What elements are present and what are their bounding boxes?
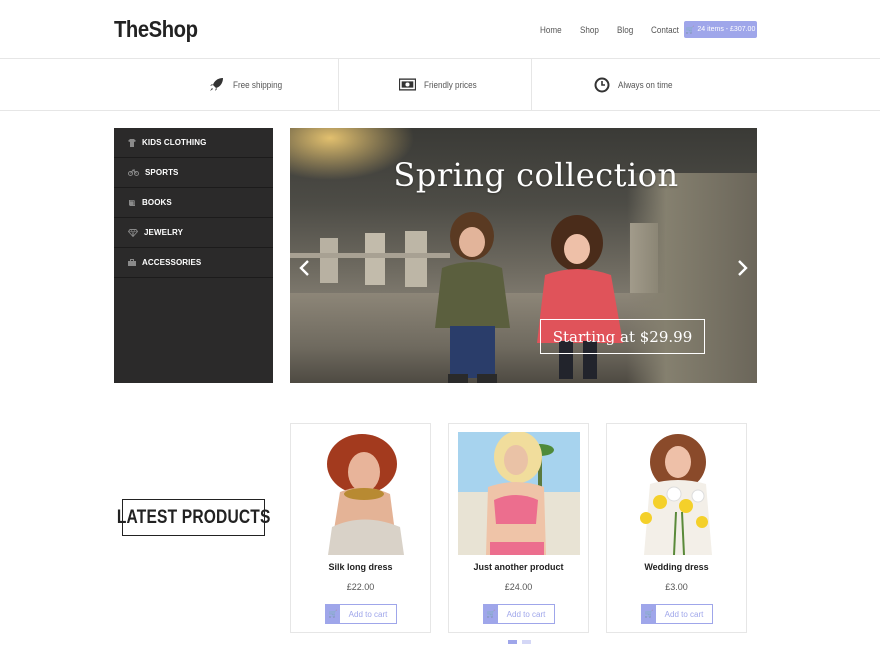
chevron-left-icon[interactable] [298,259,310,281]
sidebar-item-label: JEWELRY [144,228,184,237]
briefcase-icon [128,259,136,267]
product-image[interactable] [616,432,738,555]
cart-icon: 🛒 [685,26,695,34]
sidebar-item-jewelry[interactable]: JEWELRY [114,218,273,248]
sidebar-item-accessories[interactable]: ACCESSORIES [114,248,273,278]
product-card: Silk long dress £22.00 🛒 Add to cart [290,423,431,633]
sidebar-item-label: KIDS CLOTHING [142,138,207,147]
feature-always-on-time: Always on time [593,76,679,93]
add-to-cart-label: Add to cart [506,609,546,619]
sidebar-item-kids-clothing[interactable]: KIDS CLOTHING [114,128,273,158]
sidebar-item-sports[interactable]: SPORTS [114,158,273,188]
feature-label: Always on time [618,79,673,90]
site-logo[interactable]: TheShop [114,16,198,43]
product-name[interactable]: Silk long dress [291,562,430,572]
feature-friendly-prices: Friendly prices [399,76,483,93]
cart-icon: 🛒 [642,605,656,623]
nav-contact[interactable]: Contact [651,25,679,35]
hero-price-badge[interactable]: Starting at $29.99 [540,319,705,354]
sidebar-item-label: BOOKS [142,198,172,207]
money-icon [399,76,416,93]
hero-child-girl [537,215,623,379]
book-icon [128,199,136,207]
cart-icon: 🛒 [326,605,340,623]
clock-icon [593,76,610,93]
add-to-cart-button[interactable]: 🛒 Add to cart [483,604,555,624]
bicycle-icon [128,169,139,177]
site-header: TheShop Home Shop Blog Contact 🛒 24 item… [0,0,880,59]
latest-products-heading: LATEST PRODUCTS [117,499,270,536]
shirt-icon [128,138,136,147]
sidebar-item-label: SPORTS [145,168,179,177]
product-image[interactable] [458,432,580,555]
rocket-icon [208,76,225,93]
feature-label: Free shipping [233,79,283,90]
add-to-cart-label: Add to cart [664,609,704,619]
features-strip: Free shipping Friendly prices Always on … [0,59,880,111]
feature-divider [531,59,532,110]
feature-divider [338,59,339,110]
hero-slider[interactable]: Spring collection Starting at $29.99 [290,128,757,383]
category-sidebar: KIDS CLOTHING SPORTS BOOKS JEWELRY ACCES… [114,128,273,383]
hero-child-boy [435,212,510,383]
carousel-dot[interactable] [522,640,531,644]
product-name[interactable]: Wedding dress [607,562,746,572]
product-image[interactable] [300,432,422,555]
add-to-cart-button[interactable]: 🛒 Add to cart [641,604,713,624]
hero-title: Spring collection [393,156,679,194]
nav-shop[interactable]: Shop [580,25,599,35]
product-price: £3.00 [665,582,688,592]
diamond-icon [128,228,138,237]
cart-button[interactable]: 🛒 24 items - £307.00 [684,21,757,38]
cart-button-label: 24 items - £307.00 [697,26,756,33]
product-carousel-dots [508,640,531,644]
nav-home[interactable]: Home [540,25,562,35]
sidebar-item-books[interactable]: BOOKS [114,188,273,218]
nav-blog[interactable]: Blog [617,25,633,35]
product-card: Just another product £24.00 🛒 Add to car… [448,423,589,633]
feature-label: Friendly prices [424,79,477,90]
main-nav: Home Shop Blog Contact [540,25,700,35]
latest-products-title: LATEST PRODUCTS [116,506,271,528]
product-price: £22.00 [346,582,375,592]
product-price: £24.00 [504,582,533,592]
sidebar-item-label: ACCESSORIES [142,258,202,267]
product-card: Wedding dress £3.00 🛒 Add to cart [606,423,747,633]
carousel-dot[interactable] [508,640,517,644]
add-to-cart-button[interactable]: 🛒 Add to cart [325,604,397,624]
add-to-cart-label: Add to cart [348,609,388,619]
cart-icon: 🛒 [484,605,498,623]
feature-free-shipping: Free shipping [208,76,288,93]
chevron-right-icon[interactable] [737,259,749,281]
product-name[interactable]: Just another product [449,562,588,572]
